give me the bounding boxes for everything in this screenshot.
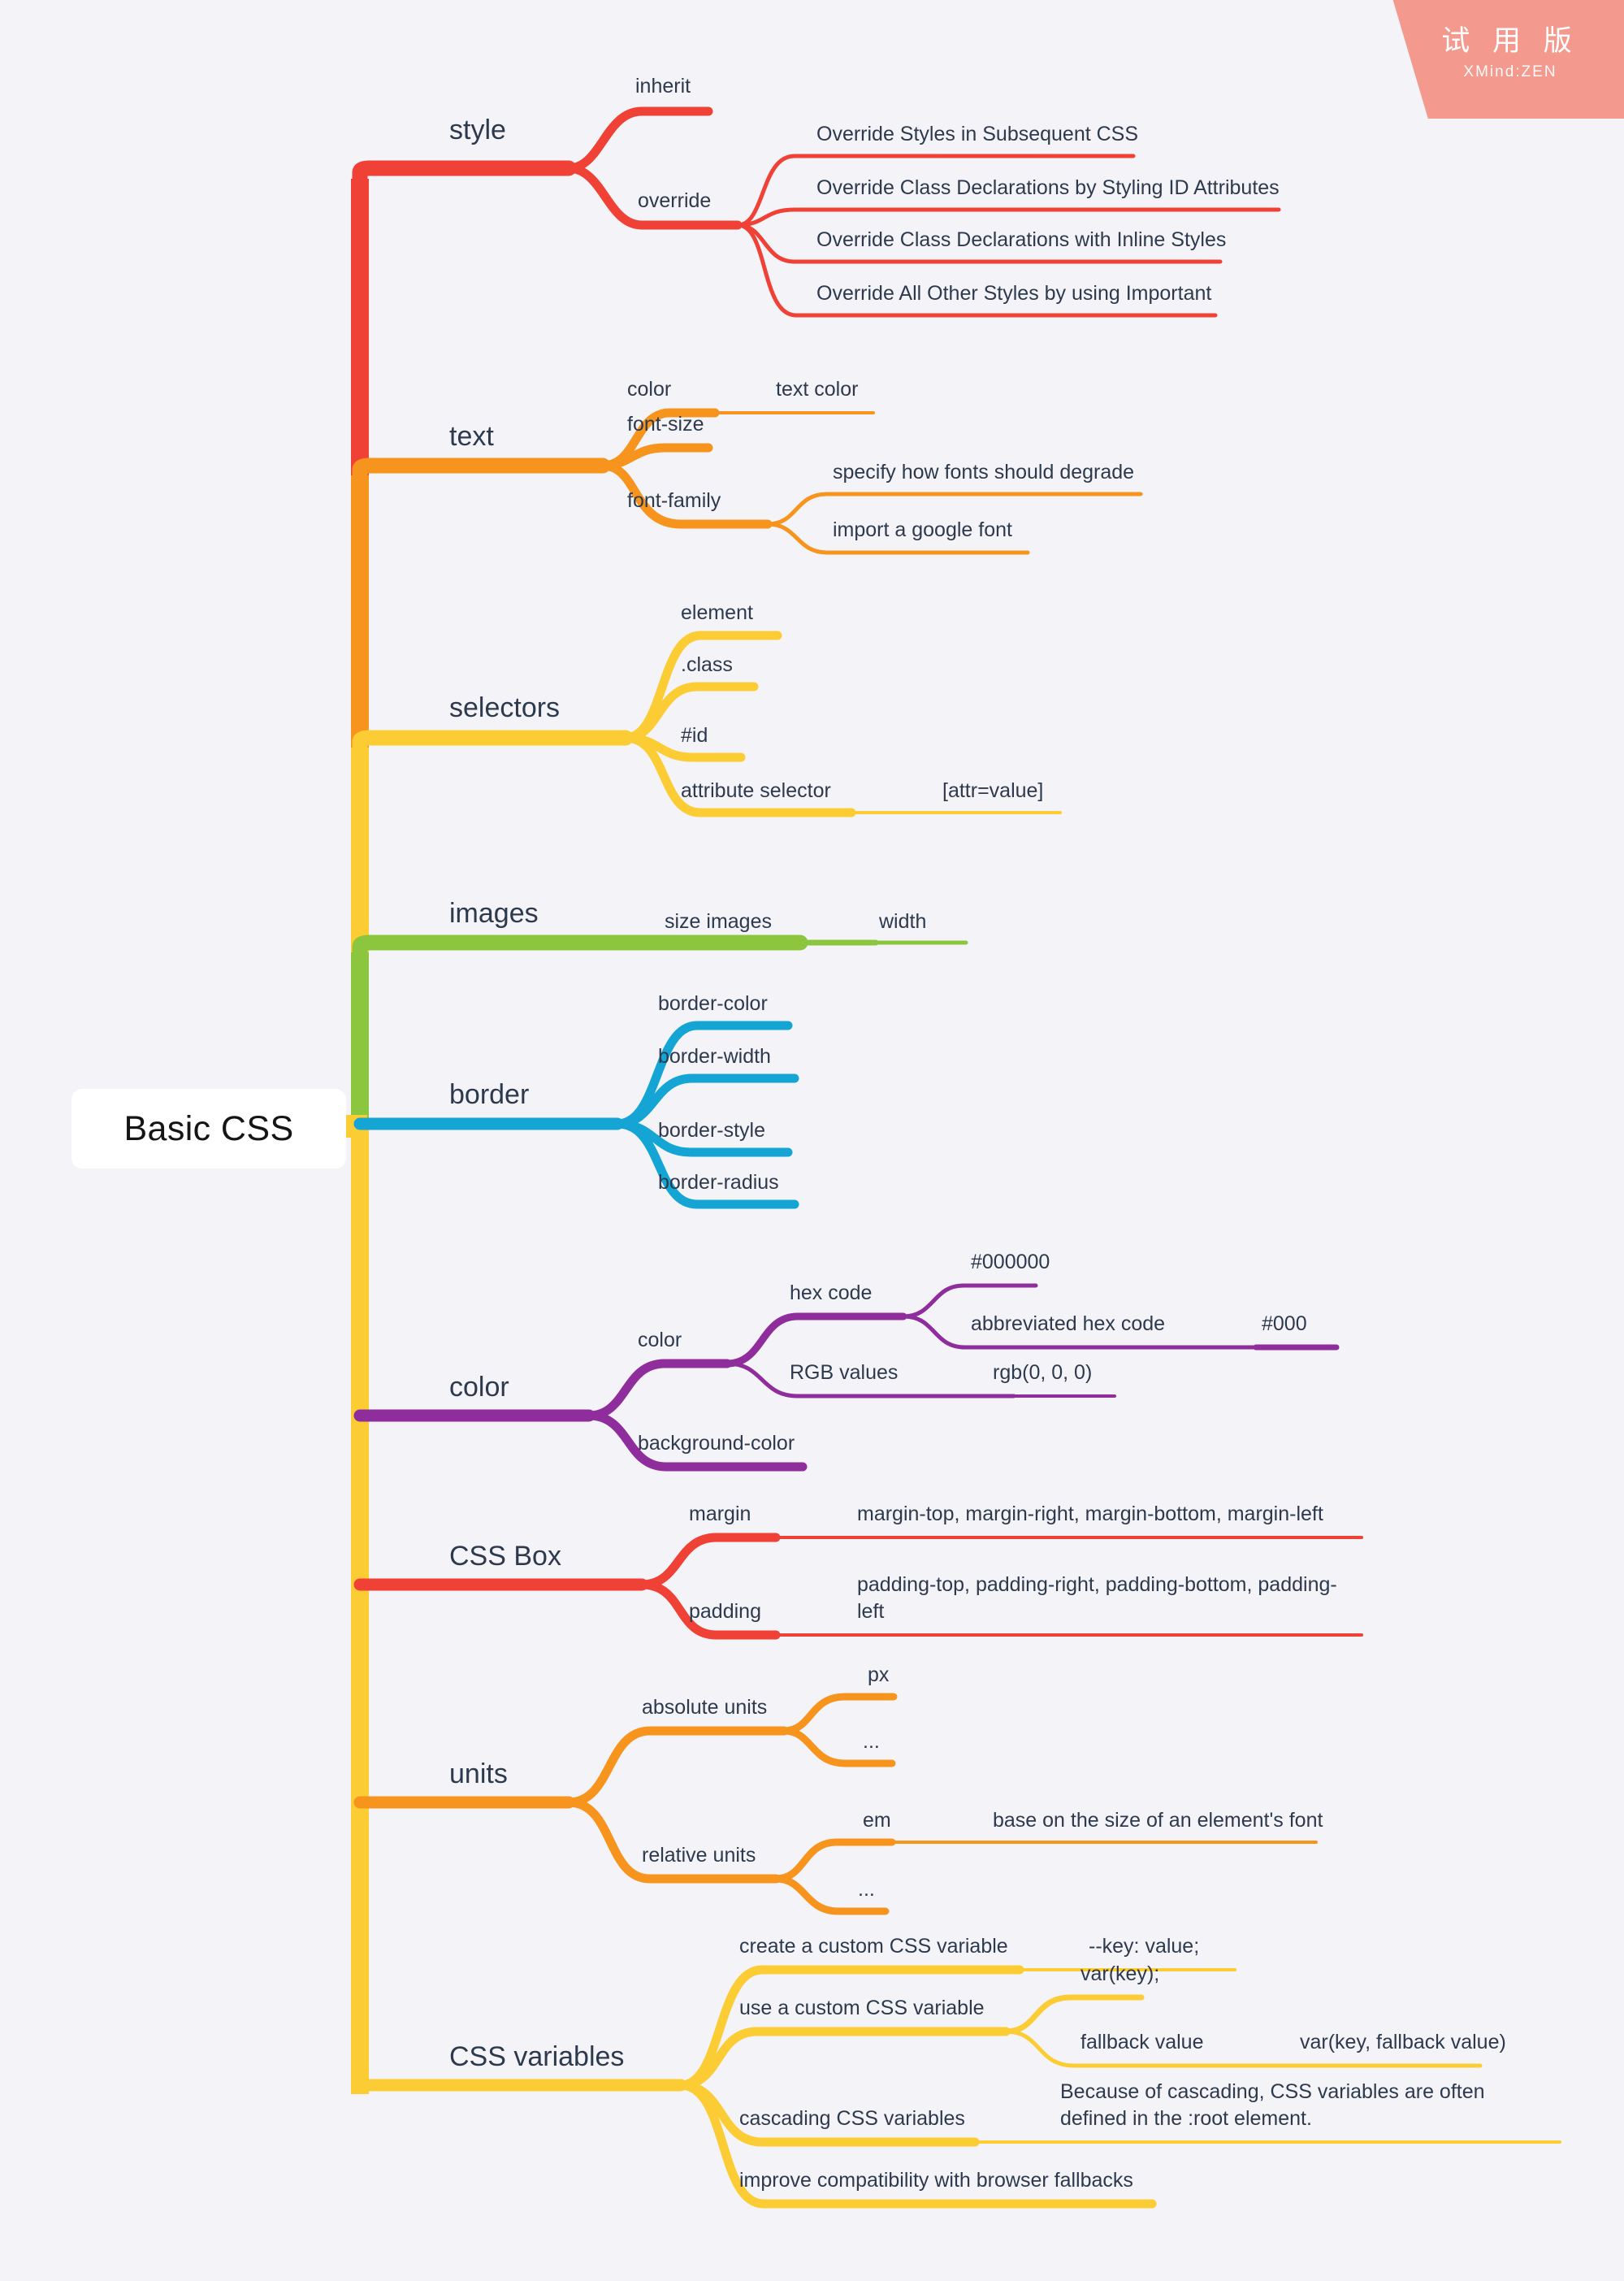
topic-override-important[interactable]: Override All Other Styles by using Impor…: [816, 280, 1211, 307]
topic-cascading-variables[interactable]: cascading CSS variables: [739, 2105, 965, 2132]
watermark-cn-text: 试 用 版: [1441, 25, 1579, 57]
topic-var-fallback-syntax[interactable]: var(key, fallback value): [1300, 2029, 1506, 2056]
root-node-label: Basic CSS: [123, 1108, 294, 1148]
topic-element[interactable]: element: [681, 600, 753, 627]
topic-relative-units[interactable]: relative units: [642, 1842, 756, 1869]
topic-attribute-selector[interactable]: attribute selector: [681, 778, 831, 804]
topic-relative-ellipsis[interactable]: ...: [858, 1876, 875, 1903]
topic-color[interactable]: color: [449, 1369, 509, 1406]
branch-units: [353, 1693, 1318, 1915]
topic-em-description[interactable]: base on the size of an element's font: [993, 1807, 1323, 1834]
topic-import-google-font[interactable]: import a google font: [833, 517, 1012, 544]
topic-rgb-000[interactable]: rgb(0, 0, 0): [993, 1359, 1092, 1386]
topic-margin[interactable]: margin: [689, 1501, 751, 1528]
topic-rgb-values[interactable]: RGB values: [790, 1359, 898, 1386]
branch-images: [352, 935, 968, 969]
topic-text[interactable]: text: [449, 418, 494, 455]
topic-padding-sides[interactable]: padding-top, padding-right, padding-bott…: [857, 1572, 1361, 1625]
topic-hex-000000[interactable]: #000000: [971, 1249, 1050, 1276]
topic-border-style[interactable]: border-style: [658, 1117, 765, 1144]
topic-selectors[interactable]: selectors: [449, 690, 560, 726]
topic-override-id-attributes[interactable]: Override Class Declarations by Styling I…: [816, 175, 1280, 202]
topic-inherit[interactable]: inherit: [635, 73, 691, 100]
topic-var-key-syntax[interactable]: var(key);: [1081, 1961, 1159, 1988]
root-node[interactable]: Basic CSS: [71, 1089, 346, 1169]
topic-override-subsequent-css[interactable]: Override Styles in Subsequent CSS: [816, 121, 1138, 148]
topic-use-custom-variable[interactable]: use a custom CSS variable: [739, 1995, 985, 2022]
topic-cascading-description[interactable]: Because of cascading, CSS variables are …: [1060, 2079, 1548, 2132]
topic-style[interactable]: style: [449, 112, 506, 149]
topic-border-color[interactable]: border-color: [658, 991, 768, 1017]
topic-border-radius[interactable]: border-radius: [658, 1169, 779, 1196]
topic-size-images[interactable]: size images: [665, 908, 772, 935]
topic-override[interactable]: override: [638, 188, 711, 215]
topic-width[interactable]: width: [879, 908, 926, 935]
topic-font-family[interactable]: font-family: [627, 488, 721, 514]
topic-css-variables[interactable]: CSS variables: [449, 2039, 624, 2075]
topic-class[interactable]: .class: [681, 652, 733, 679]
topic-color-property[interactable]: color: [638, 1327, 682, 1354]
topic-absolute-ellipsis[interactable]: ...: [863, 1728, 880, 1755]
topic-hex-code[interactable]: hex code: [790, 1280, 872, 1307]
topic-css-box[interactable]: CSS Box: [449, 1538, 561, 1575]
topic-margin-sides[interactable]: margin-top, margin-right, margin-bottom,…: [857, 1501, 1323, 1528]
topic-units[interactable]: units: [449, 1756, 508, 1793]
topic-background-color[interactable]: background-color: [638, 1430, 795, 1457]
watermark-en-text: XMind:ZEN: [1463, 63, 1557, 80]
topic-border[interactable]: border: [449, 1077, 529, 1113]
topic-absolute-units[interactable]: absolute units: [642, 1694, 767, 1721]
topic-fallback-value[interactable]: fallback value: [1081, 2029, 1203, 2056]
topic-em[interactable]: em: [863, 1807, 891, 1834]
topic-hex-000[interactable]: #000: [1262, 1311, 1307, 1338]
topic-font-degrade[interactable]: specify how fonts should degrade: [833, 459, 1134, 486]
topic-padding[interactable]: padding: [689, 1598, 761, 1625]
topic-images[interactable]: images: [449, 895, 539, 932]
topic-px[interactable]: px: [868, 1662, 889, 1689]
topic-key-value-syntax[interactable]: --key: value;: [1089, 1933, 1199, 1960]
topic-override-inline-styles[interactable]: Override Class Declarations with Inline …: [816, 227, 1226, 254]
topic-create-custom-variable[interactable]: create a custom CSS variable: [739, 1933, 1008, 1960]
topic-text-color[interactable]: text color: [776, 376, 858, 403]
topic-browser-fallbacks[interactable]: improve compatibility with browser fallb…: [739, 2167, 1133, 2194]
topic-color-text[interactable]: color: [627, 376, 671, 403]
topic-attr-value[interactable]: [attr=value]: [942, 778, 1043, 804]
topic-id[interactable]: #id: [681, 722, 708, 749]
topic-font-size[interactable]: font-size: [627, 411, 704, 438]
topic-border-width[interactable]: border-width: [658, 1043, 771, 1070]
topic-abbreviated-hex-code[interactable]: abbreviated hex code: [971, 1311, 1165, 1338]
